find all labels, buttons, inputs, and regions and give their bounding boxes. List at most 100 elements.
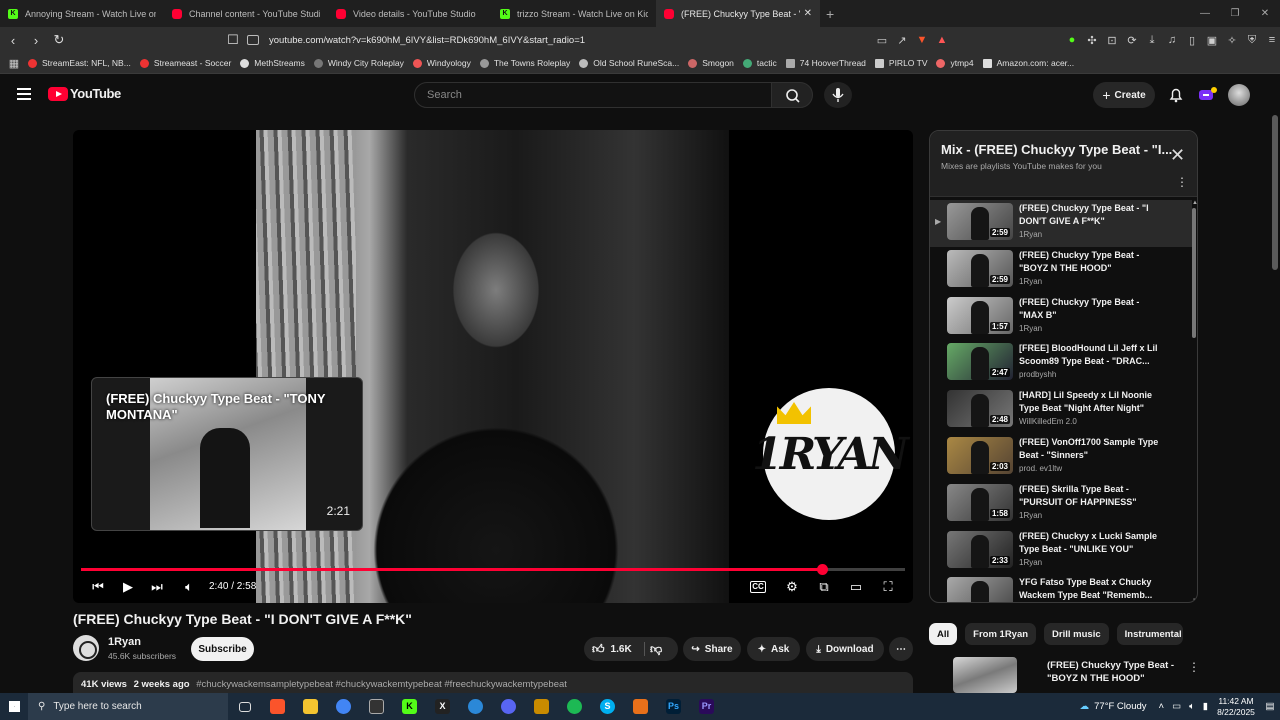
playlist-item[interactable]: 1:57 (FREE) Chuckyy Type Beat - "MAX B" 1R… [930,294,1192,341]
leo-icon[interactable]: ✧ [1222,34,1242,47]
next-icon[interactable]: ⏭ [147,578,167,596]
chip-all[interactable]: All [929,623,958,645]
sidebar-icon[interactable]: ▯ [1182,34,1202,47]
browser-tab[interactable]: Channel content - YouTube Studio [164,0,328,27]
like-button[interactable]: 👍︎ 1.6K [592,642,632,657]
premiere-icon[interactable]: Pr [690,693,723,720]
notification-icon[interactable]: ▤ [1260,701,1280,712]
scrollbar-thumb[interactable] [1192,208,1196,338]
extensions-icon[interactable]: ✣ [1082,34,1102,47]
bookmark-item[interactable]: PIRLO TV [874,58,927,68]
bookmark-item[interactable]: Amazon.com: acer... [982,58,1074,68]
bookmark-item[interactable]: Smogon [688,58,734,68]
app-icon[interactable] [459,693,492,720]
chrome-icon[interactable] [327,693,360,720]
bookmark-icon[interactable]: ☐ [223,32,243,48]
playlist-item[interactable]: 1:58 (FREE) Skrilla Type Beat - "PURSUIT … [930,481,1192,528]
bookmark-item[interactable]: Streameast - Soccer [139,58,231,68]
download-button[interactable]: ⤓ Download [806,637,884,661]
end-screen-video-card[interactable]: (FREE) Chuckyy Type Beat - "TONY MONTANA… [91,377,363,531]
close-icon[interactable]: ✕ [1170,145,1185,166]
cast-icon[interactable]: ▭ [872,34,892,47]
playlist-item[interactable]: 2:33 (FREE) Chuckyy x Lucki Sample Type B… [930,528,1192,575]
bookmark-item[interactable]: Windyology [412,58,471,68]
network-icon[interactable]: ▭ [1172,701,1181,712]
chip-instrumental[interactable]: Instrumental [1116,623,1183,645]
discord-icon[interactable] [492,693,525,720]
extension-d-icon[interactable]: ● [1062,34,1082,46]
volume-icon[interactable]: 🔈︎ [179,578,199,596]
minimize-icon[interactable]: — [1190,8,1220,19]
photoshop-icon[interactable]: Ps [657,693,690,720]
maximize-icon[interactable]: ❐ [1220,8,1250,19]
brave-rewards-icon[interactable]: ▲ [932,34,952,46]
scroll-up-icon[interactable]: ▲ [1192,200,1197,206]
volume-icon[interactable]: 🔈︎ [1189,701,1195,712]
search-input[interactable]: Search [414,82,772,108]
app-icon[interactable] [360,693,393,720]
playlist-item[interactable]: 2:48 [HARD] Lil Speedy x Lil Noonie Type … [930,387,1192,434]
chevron-right-icon[interactable]: › [1175,627,1179,641]
hashtags[interactable]: #chuckywackemsampletypebeat #chuckywacke… [196,679,567,690]
vpn-icon[interactable]: ⛨ [1242,34,1262,47]
video-player[interactable]: (FREE) Chuckyy Type Beat - "TONY MONTANA… [73,130,913,603]
menu-hamburger-icon[interactable] [17,88,31,100]
download-icon[interactable]: ⤓ [1142,34,1162,47]
bookmark-item[interactable]: Windy City Roleplay [313,58,404,68]
url-field[interactable]: youtube.com/watch?v=k690hM_6IVY&list=RDk… [247,30,967,50]
browser-tab[interactable]: Ktrizzo Stream - Watch Live on Kick [492,0,656,27]
notifications-button[interactable] [1166,85,1186,105]
kick-app-icon[interactable]: K [393,693,426,720]
site-info-icon[interactable] [247,35,259,45]
scroll-down-icon[interactable]: ▼ [1192,598,1197,602]
x-app-icon[interactable]: X [426,693,459,720]
skype-icon[interactable]: S [591,693,624,720]
progress-scrubber[interactable] [816,564,828,575]
brave-shield-icon[interactable]: ▼ [912,34,932,46]
tray-overflow-icon[interactable]: ˄ [1159,701,1165,712]
playlist-item[interactable]: 2:47 [FREE] BloodHound Lil Jeff x Lil Sco… [930,340,1192,387]
bookmark-item[interactable]: The Towns Roleplay [479,58,570,68]
app-icon[interactable] [525,693,558,720]
bookmark-item[interactable]: StreamEast: NFL, NB... [28,58,131,68]
recommended-video[interactable]: (FREE) Chuckyy Type Beat - "BOYZ N THE H… [953,657,1200,697]
media-icon[interactable]: ♫ [1162,34,1182,46]
fullscreen-icon[interactable]: ⛶ [878,578,898,596]
miniplayer-icon[interactable]: ⧉ [814,578,834,596]
weather-text[interactable]: 77°F Cloudy [1094,701,1146,712]
share-button[interactable]: ↪ Share [683,637,741,661]
create-button[interactable]: + Create [1093,82,1155,108]
app-icon[interactable] [624,693,657,720]
channel-switch-button[interactable] [1197,86,1219,104]
chip-from-channel[interactable]: From 1Ryan [965,623,1037,645]
more-actions-button[interactable]: ⋯ [889,637,913,661]
description-box[interactable]: 41K views 2 weeks ago #chuckywackemsampl… [73,672,913,694]
voice-search-button[interactable] [824,82,852,108]
apps-grid-icon[interactable]: ▦ [0,57,28,70]
start-button[interactable] [0,693,28,720]
menu-icon[interactable]: ≡ [1262,34,1280,46]
file-explorer-icon[interactable] [294,693,327,720]
channel-end-screen-logo[interactable]: 1RYAN [752,388,909,520]
close-window-icon[interactable]: ✕ [1250,8,1280,19]
bookmark-item[interactable]: ytmp4 [936,58,974,68]
chip-drill-music[interactable]: Drill music [1044,623,1109,645]
settings-gear-icon[interactable]: ⚙ [782,578,802,596]
share-icon[interactable]: ↗ [892,34,912,47]
reload-icon[interactable]: ↻ [49,32,69,48]
ask-button[interactable]: ✦ Ask [747,637,800,661]
extension-icon[interactable]: ⟳ [1122,34,1142,47]
extension-icon[interactable]: ⊡ [1102,34,1122,47]
browser-tab[interactable]: K Annoying Stream - Watch Live on Kick [0,0,164,27]
battery-icon[interactable]: ▮ [1203,701,1208,712]
playlist-item[interactable]: 2:59 (FREE) Chuckyy Type Beat - "BOYZ N T… [930,247,1192,294]
previous-icon[interactable]: ⏮ [88,578,108,596]
more-vertical-icon[interactable]: ⋮ [1188,660,1200,674]
playlist-item[interactable]: ▶ 2:59 (FREE) Chuckyy Type Beat - "I DON'T… [930,200,1192,247]
brave-browser-icon[interactable] [261,693,294,720]
browser-tab-active[interactable]: (FREE) Chuckyy Type Beat - "I DO ✕ [656,0,820,27]
playlist-scrollbar[interactable]: ▲ ▼ [1192,200,1197,602]
thumbs-down-icon[interactable]: 👎︎ [650,642,662,657]
back-icon[interactable]: ‹ [3,33,23,48]
channel-avatar[interactable] [73,635,99,661]
